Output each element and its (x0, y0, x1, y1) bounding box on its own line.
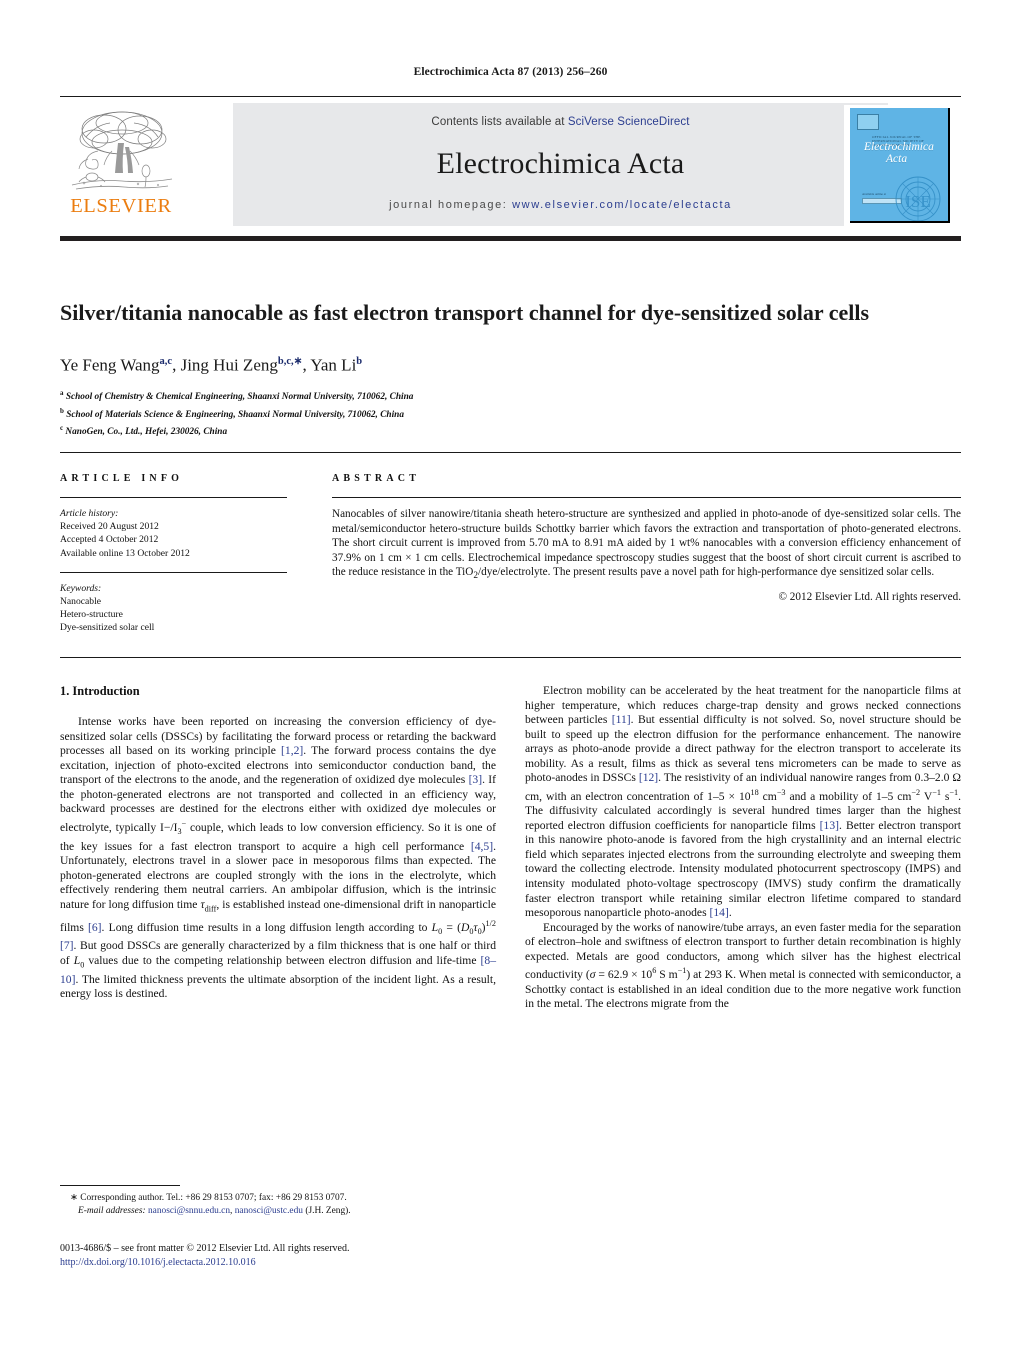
running-head: Electrochimica Acta 87 (2013) 256–260 (413, 66, 608, 78)
header-rule (60, 96, 961, 98)
cover-journal-title: Electrochimica Acta (864, 141, 948, 165)
author-name: Yan Li (310, 355, 357, 375)
history-item-0: Received 20 August 2012 (60, 521, 159, 533)
author-affiliation-marker: a,c (159, 356, 173, 367)
cover-title-line-2: Acta (886, 153, 908, 165)
article-history-label: Article history: (60, 508, 119, 519)
body-column-right: Electron mobility can be accelerated by … (525, 684, 961, 1012)
citation-link[interactable]: [3] (469, 773, 483, 786)
footnote-block: ∗ Corresponding author. Tel.: +86 29 815… (60, 1185, 496, 1217)
abstract-block: ABSTRACT Nanocables of silver nanowire/t… (332, 473, 961, 603)
article-info-heading: ARTICLE INFO (60, 473, 184, 484)
elsevier-logo: ELSEVIER (60, 107, 182, 226)
author-affiliation-marker: b (356, 356, 363, 367)
email-link-1[interactable]: nanosci@snnu.edu.cn (148, 1206, 230, 1216)
banner-bottom-rule (60, 236, 961, 241)
affiliation-marker: b (60, 406, 64, 415)
email-addresses-label: E-mail addresses: (78, 1205, 146, 1216)
elsevier-wordmark: ELSEVIER (70, 195, 172, 217)
cover-title-line-1: Electrochimica (864, 141, 934, 153)
svg-text:ISE: ISE (905, 192, 931, 211)
elsevier-tree-icon (71, 111, 173, 190)
abstract-heading: ABSTRACT (332, 473, 421, 484)
issn-line: 0013-4686/$ – see front matter © 2012 El… (60, 1243, 350, 1254)
abstract-heading-rule (332, 497, 961, 498)
citation-link[interactable]: [11] (612, 713, 631, 726)
history-item-2: Available online 13 October 2012 (60, 547, 190, 559)
article-info-block: ARTICLE INFO Article history: Received 2… (60, 473, 287, 635)
author-name: Jing Hui Zeng (180, 355, 278, 375)
ise-society-icon: ISE (895, 176, 941, 221)
cover-elsevier-badge (857, 114, 879, 130)
citation-link[interactable]: [14] (710, 906, 729, 919)
keyword-1: Hetero-structure (60, 609, 123, 621)
body-column-left: 1. Introduction Intense works have been … (60, 684, 496, 1002)
paragraph-intro-1: Intense works have been reported on incr… (60, 715, 497, 1001)
paragraph-right-2: Encouraged by the works of nanowire/tube… (525, 920, 962, 1011)
issn-doi-block: 0013-4686/$ – see front matter © 2012 El… (60, 1242, 560, 1269)
keyword-0: Nanocable (60, 596, 102, 608)
journal-homepage-link[interactable]: www.elsevier.com/locate/electacta (512, 199, 732, 211)
keywords-label: Keywords: (60, 582, 102, 594)
paragraph-right-1: Electron mobility can be accelerated by … (525, 684, 962, 920)
affiliation-item: b School of Materials Science & Engineer… (60, 406, 404, 420)
history-item-1: Accepted 4 October 2012 (60, 534, 159, 546)
journal-cover-image: OFFICIAL JOURNAL OF THE INTERNATIONAL SO… (850, 108, 950, 223)
abstract-text: Nanocables of silver nanowire/titania sh… (332, 508, 961, 582)
page-title: Silver/titania nanocable as fast electro… (60, 299, 870, 325)
journal-cover-thumbnail: OFFICIAL JOURNAL OF THE INTERNATIONAL SO… (844, 105, 958, 226)
affiliation-item: a School of Chemistry & Chemical Enginee… (60, 389, 414, 403)
affiliation-list: a School of Chemistry & Chemical Enginee… (60, 387, 920, 440)
affiliation-marker: a (60, 389, 64, 397)
citation-link[interactable]: [4,5] (471, 840, 493, 853)
sciencedirect-link[interactable]: SciVerse ScienceDirect (568, 116, 690, 128)
abstract-copyright: © 2012 Elsevier Ltd. All rights reserved… (778, 591, 962, 604)
citation-link[interactable]: [7] (60, 939, 74, 952)
contents-prefix: Contents lists available at (431, 116, 568, 128)
journal-banner: Contents lists available at SciVerse Sci… (60, 103, 961, 228)
keywords-block: Keywords: Nanocable Hetero-structure Dye… (60, 582, 287, 635)
journal-homepage-line: journal homepage: www.elsevier.com/locat… (233, 199, 888, 211)
citation-link[interactable]: [6] (88, 920, 102, 933)
email-link-2[interactable]: nanosci@ustc.edu (235, 1206, 303, 1216)
citation-link[interactable]: [13] (820, 819, 839, 832)
footnote-rule (60, 1185, 180, 1186)
email-attribution: (J.H. Zeng). (305, 1205, 351, 1216)
keyword-2: Dye-sensitized solar cell (60, 622, 155, 634)
corresponding-author-note: ∗ Corresponding author. Tel.: +86 29 815… (60, 1192, 496, 1217)
section-heading-introduction: 1. Introduction (60, 684, 140, 698)
abstract-bottom-rule (60, 657, 961, 658)
article-history: Article history: Received 20 August 2012… (60, 507, 287, 560)
affiliation-marker: c (60, 424, 64, 433)
author-name: Ye Feng Wang (60, 355, 160, 375)
corresponding-author-text: ∗ Corresponding author. Tel.: +86 29 815… (70, 1193, 347, 1203)
article-info-heading-rule (60, 497, 287, 498)
citation-link[interactable]: [8–10] (60, 954, 496, 986)
info-top-rule (60, 452, 961, 453)
author-list: Ye Feng Wanga,c, Jing Hui Zengb,c,∗, Yan… (60, 355, 363, 375)
doi-link[interactable]: http://dx.doi.org/10.1016/j.electacta.20… (60, 1257, 256, 1268)
keywords-rule (60, 571, 287, 573)
affiliation-item: c NanoGen, Co., Ltd., Hefei, 230026, Chi… (60, 424, 228, 438)
citation-link[interactable]: [1,2] (281, 744, 303, 757)
journal-article-page: Electrochimica Acta 87 (2013) 256–260 Co… (0, 0, 1021, 1351)
citation-link[interactable]: [12] (639, 771, 658, 784)
homepage-prefix: journal homepage: (389, 199, 513, 211)
contents-list-line: Contents lists available at SciVerse Sci… (233, 116, 888, 128)
journal-title: Electrochimica Acta (436, 147, 685, 180)
author-affiliation-marker: b,c,∗ (277, 356, 303, 367)
